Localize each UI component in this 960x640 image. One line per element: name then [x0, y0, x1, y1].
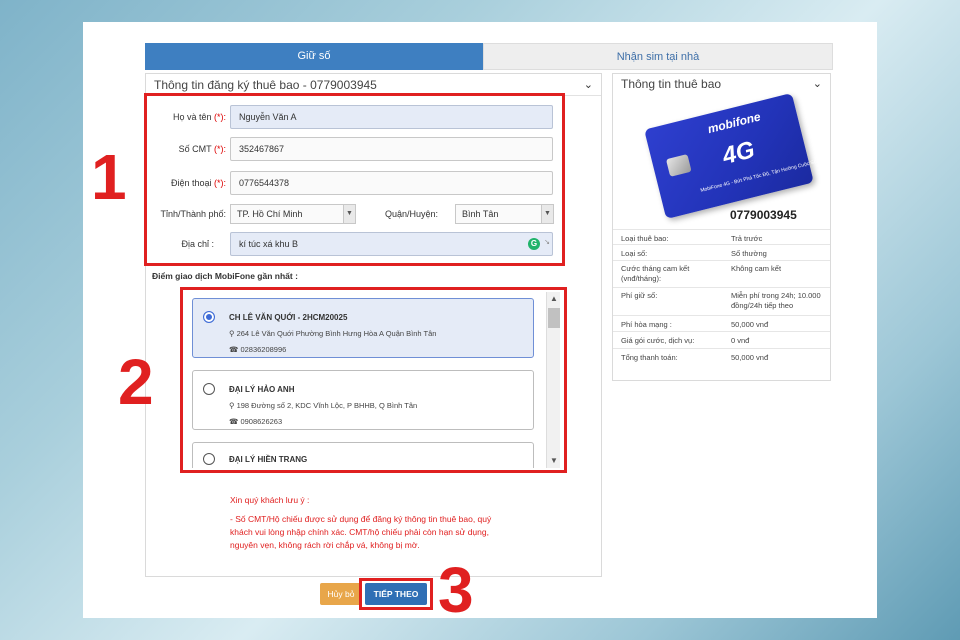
- info-row: Loại thuê bao: Trả trước: [613, 229, 830, 244]
- subscriber-info-header[interactable]: Thông tin thuê bao ⌄: [613, 74, 830, 94]
- info-row: Phí giữ số: Miễn phí trong 24h; 10.000 đ…: [613, 287, 830, 315]
- info-row: Tổng thanh toán: 50,000 vnđ: [613, 348, 830, 365]
- subscriber-info-title: Thông tin thuê bao: [621, 77, 722, 91]
- info-key: Tổng thanh toán:: [621, 353, 678, 362]
- info-value: Trả trước: [731, 234, 763, 243]
- info-key: Loại thuê bao:: [621, 234, 669, 243]
- info-value: Số thường: [731, 249, 767, 258]
- info-row: Loại số: Số thường: [613, 244, 830, 260]
- registration-panel-title: Thông tin đăng ký thuê bao - 0779003945: [154, 78, 377, 92]
- phone-number: 0779003945: [730, 208, 797, 222]
- info-value: 50,000 vnđ: [731, 353, 769, 362]
- annotation-number-1: 1: [91, 141, 127, 213]
- info-key: Phí giữ số:: [621, 291, 658, 300]
- info-value: Không cam kết: [731, 264, 782, 273]
- tab-reserve-number[interactable]: Giữ số: [145, 43, 483, 70]
- info-row: Cước tháng cam kết (vnđ/tháng): Không ca…: [613, 260, 830, 287]
- info-row: Phí hòa mạng : 50,000 vnđ: [613, 315, 830, 331]
- tab-bar: Giữ số Nhận sim tại nhà: [145, 43, 833, 70]
- annotation-box-3: [359, 578, 433, 610]
- notice-line-3: nguyên vẹn, không rách rời chắp vá, khôn…: [230, 540, 420, 550]
- info-key: Phí hòa mạng :: [621, 320, 672, 329]
- subscriber-info-table: Loại thuê bao: Trả trước Loại số: Số thư…: [613, 229, 830, 365]
- info-value: Miễn phí trong 24h; 10.000 đồng/24h tiếp…: [731, 291, 821, 310]
- chevron-down-icon[interactable]: ⌄: [584, 74, 593, 96]
- stores-section-title: Điểm giao dịch MobiFone gần nhất :: [152, 271, 298, 281]
- info-key: Giá gói cước, dịch vụ:: [621, 336, 695, 345]
- tab-receive-sim-at-home[interactable]: Nhận sim tại nhà: [483, 43, 833, 70]
- notice-title: Xin quý khách lưu ý :: [230, 495, 310, 505]
- cancel-button[interactable]: Hủy bỏ: [320, 583, 362, 605]
- info-value: 0 vnđ: [731, 336, 750, 345]
- chevron-down-icon[interactable]: ⌄: [813, 74, 822, 94]
- notice-line-1: - Số CMT/Hộ chiếu được sử dụng để đăng k…: [230, 514, 492, 524]
- annotation-number-3: 3: [438, 554, 474, 626]
- annotation-box-2: [180, 287, 567, 473]
- info-row: Giá gói cước, dịch vụ: 0 vnđ: [613, 331, 830, 348]
- sim-4g-label: 4G: [719, 136, 758, 171]
- notice-line-2: khách vui lòng nhập chính xác. CMT/hộ ch…: [230, 527, 489, 537]
- info-value: 50,000 vnđ: [731, 320, 769, 329]
- sim-brand-logo: mobifone: [706, 109, 763, 137]
- sim-chip-icon: [665, 154, 692, 177]
- annotation-box-1: [144, 93, 565, 266]
- info-key: Loại số:: [621, 249, 648, 258]
- annotation-number-2: 2: [118, 346, 154, 418]
- info-key: Cước tháng cam kết (vnđ/tháng):: [621, 264, 690, 283]
